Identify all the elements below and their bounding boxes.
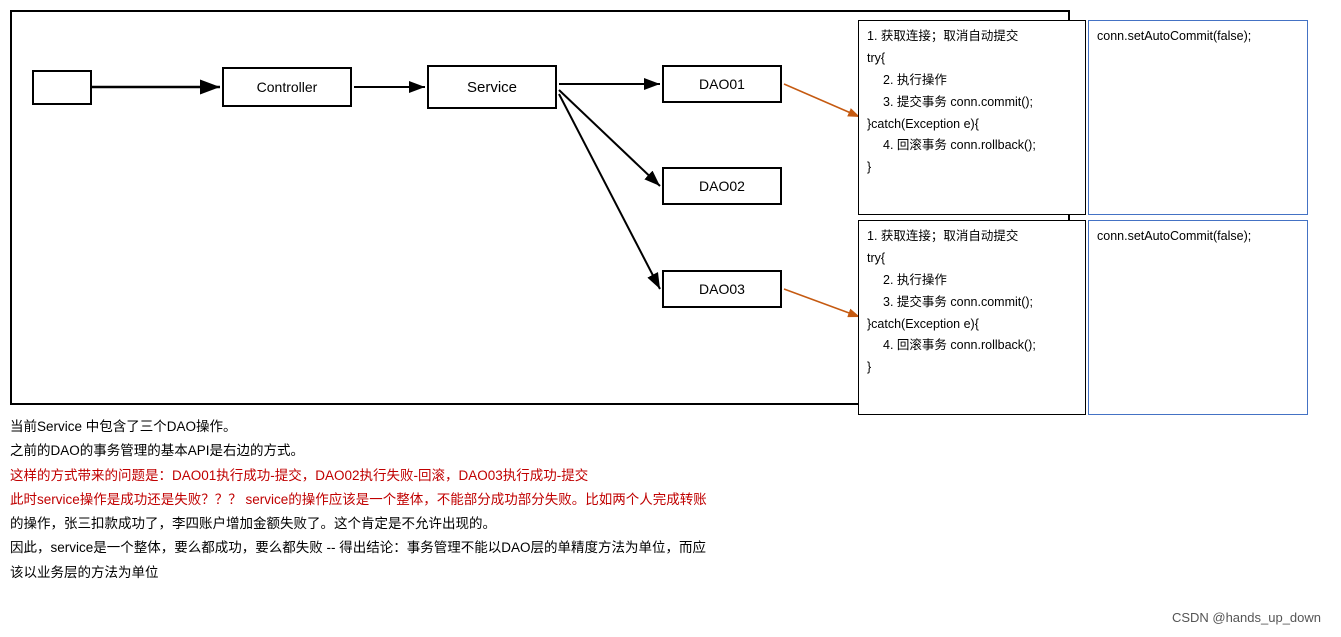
code-b-line-3: 2. 执行操作: [867, 270, 1077, 292]
code-bottom-right-content: conn.setAutoCommit(false);: [1089, 221, 1307, 253]
code-b-line-4: 3. 提交事务 conn.commit();: [867, 292, 1077, 314]
code-line-5: }catch(Exception e){: [867, 114, 1077, 136]
code-b-line-6: 4. 回滚事务 conn.rollback();: [867, 335, 1077, 357]
code-box-bottom-left: 1. 获取连接；取消自动提交 try{ 2. 执行操作 3. 提交事务 conn…: [858, 220, 1086, 415]
description-area: 当前Service 中包含了三个DAO操作。 之前的DAO的事务管理的基本API…: [10, 415, 880, 585]
dao01-label: DAO01: [699, 76, 745, 92]
code-b-line-7: }: [867, 357, 1077, 379]
service-box: Service: [427, 65, 557, 109]
code-top-left-content: 1. 获取连接；取消自动提交 try{ 2. 执行操作 3. 提交事务 conn…: [859, 21, 1085, 184]
dao03-label: DAO03: [699, 281, 745, 297]
code-right-line-1: conn.setAutoCommit(false);: [1097, 26, 1299, 48]
right-code-panel: 1. 获取连接；取消自动提交 try{ 2. 执行操作 3. 提交事务 conn…: [858, 10, 1330, 425]
desc-line-2: 之前的DAO的事务管理的基本API是右边的方式。: [10, 439, 880, 463]
dao03-box: DAO03: [662, 270, 782, 308]
code-b-line-5: }catch(Exception e){: [867, 314, 1077, 336]
desc-line-1: 当前Service 中包含了三个DAO操作。: [10, 415, 880, 439]
code-line-4: 3. 提交事务 conn.commit();: [867, 92, 1077, 114]
code-box-top-right: conn.setAutoCommit(false);: [1088, 20, 1308, 215]
code-b-line-1: 1. 获取连接；取消自动提交: [867, 226, 1077, 248]
code-top-right-content: conn.setAutoCommit(false);: [1089, 21, 1307, 53]
code-b-line-2: try{: [867, 248, 1077, 270]
code-line-3: 2. 执行操作: [867, 70, 1077, 92]
code-line-7: }: [867, 157, 1077, 179]
desc-line-6: 因此，service是一个整体，要么都成功，要么都失败 -- 得出结论：事务管理…: [10, 536, 880, 560]
code-br-line-1: conn.setAutoCommit(false);: [1097, 226, 1299, 248]
code-bottom-left-content: 1. 获取连接；取消自动提交 try{ 2. 执行操作 3. 提交事务 conn…: [859, 221, 1085, 384]
watermark-text: CSDN @hands_up_down: [1172, 610, 1321, 625]
desc-line-5: 的操作，张三扣款成功了，李四账户增加金额失败了。这个肯定是不允许出现的。: [10, 512, 880, 536]
controller-label: Controller: [257, 79, 318, 95]
code-box-bottom-right: conn.setAutoCommit(false);: [1088, 220, 1308, 415]
watermark: CSDN @hands_up_down: [1172, 610, 1321, 625]
dao02-box: DAO02: [662, 167, 782, 205]
code-box-top-left: 1. 获取连接；取消自动提交 try{ 2. 执行操作 3. 提交事务 conn…: [858, 20, 1086, 215]
desc-line-7: 该以业务层的方法为单位: [10, 561, 880, 585]
code-line-6: 4. 回滚事务 conn.rollback();: [867, 135, 1077, 157]
desc-line-4: 此时service操作是成功还是失败？？？ service的操作应该是一个整体，…: [10, 488, 880, 512]
controller-box: Controller: [222, 67, 352, 107]
service-label: Service: [467, 79, 517, 96]
code-line-1: 1. 获取连接；取消自动提交: [867, 26, 1077, 48]
dao01-box: DAO01: [662, 65, 782, 103]
dao02-label: DAO02: [699, 178, 745, 194]
code-line-2: try{: [867, 48, 1077, 70]
client-box: [32, 70, 92, 105]
desc-line-3: 这样的方式带来的问题是：DAO01执行成功-提交，DAO02执行失败-回滚，DA…: [10, 464, 880, 488]
